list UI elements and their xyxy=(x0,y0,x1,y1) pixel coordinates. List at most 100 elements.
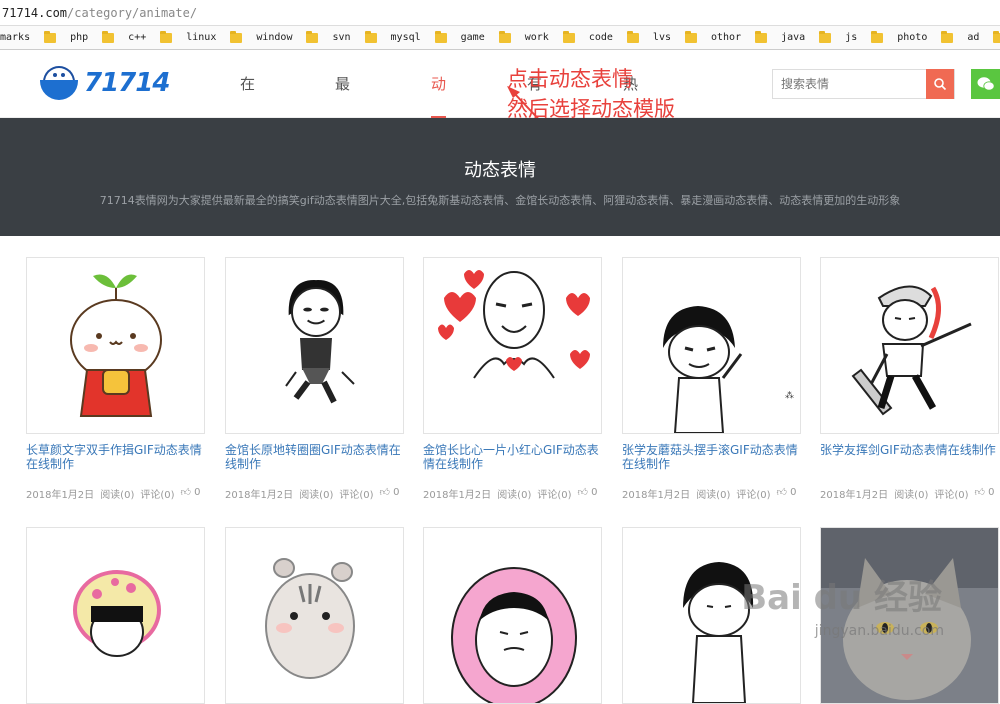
wechat-icon xyxy=(977,76,995,92)
spinning-man-image xyxy=(226,258,404,434)
emoji-card[interactable]: 长草颜文字双手作揖GIF动态表情在线制作2018年1月2日阅读(0)评论(0)👍… xyxy=(26,257,205,501)
bookmark-item[interactable]: weixin xyxy=(987,32,1000,43)
bookmark-item[interactable]: code xyxy=(557,32,621,43)
folder-icon xyxy=(44,33,56,43)
nav-item[interactable]: 动态表情 xyxy=(431,50,446,118)
bookmark-item[interactable]: lvs xyxy=(621,32,679,43)
folder-icon xyxy=(819,33,831,43)
like-button[interactable]: 👍︎ 0 xyxy=(578,486,598,501)
bookmark-label: code xyxy=(589,32,613,43)
site-header: 71714 在线制作最新生成动态表情有趣表情热门标签 xyxy=(0,50,1000,118)
post-date: 2018年1月2日 xyxy=(225,486,293,501)
read-count: 阅读(0) xyxy=(894,486,928,501)
comment-count[interactable]: 评论(0) xyxy=(339,486,373,501)
bookmark-item[interactable]: work xyxy=(493,32,557,43)
bookmark-label: window xyxy=(256,32,292,43)
folder-icon xyxy=(102,33,114,43)
emoji-title-link[interactable]: 金馆长原地转圈圈GIF动态表情在线制作 xyxy=(225,443,404,471)
emoji-title-link[interactable]: 张学友挥剑GIF动态表情在线制作 xyxy=(820,443,999,471)
thumbs-up-icon: 👍︎ xyxy=(578,487,588,498)
emoji-card[interactable]: 金馆长比心一片小红心GIF动态表情在线制作2018年1月2日阅读(0)评论(0)… xyxy=(423,257,602,501)
bookmark-item[interactable]: java xyxy=(749,32,813,43)
emoji-card[interactable]: 张学友挥剑GIF动态表情在线制作2018年1月2日阅读(0)评论(0)👍︎ 0 xyxy=(820,257,999,501)
watermark-text: Bai du 经验 xyxy=(741,578,942,618)
emoji-thumbnail[interactable] xyxy=(820,257,999,434)
emoji-card[interactable]: 金馆长原地转圈圈GIF动态表情在线制作 2018年1月2日阅读(0) 评论(0) 👍︎… xyxy=(225,257,404,501)
sword-man-image xyxy=(821,258,999,434)
bookmark-label: svn xyxy=(332,32,350,43)
thumbs-up-icon: 👍︎ xyxy=(181,487,191,498)
search-icon xyxy=(933,77,947,91)
search-box xyxy=(772,69,955,99)
nav-item[interactable]: 最新生成 xyxy=(335,50,350,118)
folder-icon xyxy=(563,33,575,43)
bookmark-item[interactable]: mysql xyxy=(359,32,429,43)
emoji-card[interactable] xyxy=(423,527,602,704)
emoji-title-link[interactable]: 金馆长比心一片小红心GIF动态表情在线制作 xyxy=(423,443,602,471)
category-title: 动态表情 xyxy=(0,156,1000,182)
comment-count[interactable]: 评论(0) xyxy=(537,486,571,501)
read-count: 阅读(0) xyxy=(497,486,531,501)
folder-icon xyxy=(755,33,767,43)
like-button[interactable]: 👍︎ 0 xyxy=(380,486,400,501)
like-button[interactable]: 👍︎ 0 xyxy=(777,486,797,501)
like-button[interactable]: 👍︎ 0 xyxy=(181,486,201,501)
emoji-card[interactable] xyxy=(26,527,205,704)
bookmark-label: java xyxy=(781,32,805,43)
bookmark-item[interactable]: othor xyxy=(679,32,749,43)
wechat-button[interactable] xyxy=(971,69,1000,99)
bookmark-item[interactable]: ad xyxy=(935,32,987,43)
thumbs-up-icon: 👍︎ xyxy=(975,487,985,498)
bookmark-label: game xyxy=(461,32,485,43)
url-path: /category/animate/ xyxy=(67,6,197,20)
address-bar[interactable]: 71714.com/category/animate/ xyxy=(0,0,1000,26)
emoji-card[interactable]: ⁂张学友蘑菇头摆手滚GIF动态表情在线制作2018年1月2日阅读(0)评论(0)… xyxy=(622,257,801,501)
bookmark-label: lvs xyxy=(653,32,671,43)
emoji-title-link[interactable]: 张学友蘑菇头摆手滚GIF动态表情在线制作 xyxy=(622,443,801,471)
emoji-meta: 2018年1月2日阅读(0)评论(0)👍︎ 0 xyxy=(820,486,999,501)
bookmark-label: linux xyxy=(186,32,216,43)
emoji-thumbnail[interactable] xyxy=(423,527,602,704)
instruction-annotation: 点击动态表情 然后选择动态模版 xyxy=(507,66,675,122)
bookmark-item[interactable]: c++ xyxy=(96,32,154,43)
site-logo[interactable]: 71714 xyxy=(40,66,169,100)
emoji-thumbnail[interactable] xyxy=(26,527,205,704)
folder-icon xyxy=(871,33,883,43)
folder-icon xyxy=(230,33,242,43)
bookmark-item[interactable]: window xyxy=(224,32,300,43)
bookmark-item[interactable]: linux xyxy=(154,32,224,43)
bookmark-item[interactable]: svn xyxy=(300,32,358,43)
comment-count[interactable]: 评论(0) xyxy=(934,486,968,501)
emoji-meta: 2018年1月2日阅读(0) 评论(0) 👍︎ 0 xyxy=(225,486,404,501)
folder-icon xyxy=(435,33,447,43)
nav-item[interactable]: 在线制作 xyxy=(240,50,255,118)
emoji-thumbnail[interactable] xyxy=(225,257,404,434)
emoji-meta: 2018年1月2日阅读(0)评论(0)👍︎ 0 xyxy=(26,486,205,501)
folder-icon xyxy=(499,33,511,43)
bookmark-label: photo xyxy=(897,32,927,43)
like-count: 0 xyxy=(988,487,994,498)
heart-face-image xyxy=(424,258,602,434)
search-button[interactable] xyxy=(926,69,954,99)
bookmark-item[interactable]: js xyxy=(813,32,865,43)
folder-icon xyxy=(306,33,318,43)
bookmark-item[interactable]: php xyxy=(38,32,96,43)
emoji-thumbnail[interactable] xyxy=(423,257,602,434)
bookmark-label: ad xyxy=(967,32,979,43)
search-input[interactable] xyxy=(773,70,926,98)
read-count: 阅读(0) xyxy=(299,486,333,501)
comment-count[interactable]: 评论(0) xyxy=(736,486,770,501)
emoji-thumbnail[interactable] xyxy=(26,257,205,434)
bookmark-label: php xyxy=(70,32,88,43)
bookmark-item[interactable]: photo xyxy=(865,32,935,43)
emoji-title-link[interactable]: 长草颜文字双手作揖GIF动态表情在线制作 xyxy=(26,443,205,471)
bookmark-item[interactable]: game xyxy=(429,32,493,43)
read-count: 阅读(0) xyxy=(100,486,134,501)
emoji-card[interactable] xyxy=(225,527,404,704)
emoji-thumbnail[interactable]: ⁂ xyxy=(622,257,801,434)
emoji-thumbnail[interactable] xyxy=(225,527,404,704)
like-button[interactable]: 👍︎ 0 xyxy=(975,486,995,501)
folder-icon xyxy=(685,33,697,43)
comment-count[interactable]: 评论(0) xyxy=(140,486,174,501)
bookmarks-label[interactable]: marks xyxy=(0,32,38,43)
